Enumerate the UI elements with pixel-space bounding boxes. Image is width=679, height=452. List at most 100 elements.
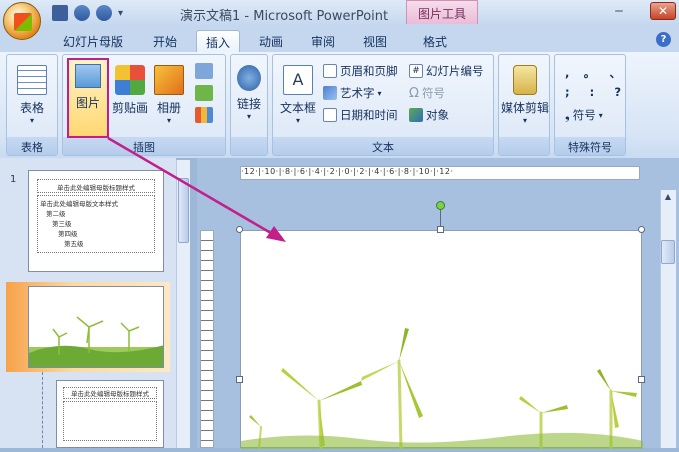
- slide-canvas[interactable]: [240, 230, 643, 451]
- quick-access-toolbar: ▾: [52, 4, 123, 22]
- tab-slide-master[interactable]: 幻灯片母版: [56, 30, 130, 52]
- thumbnail-scrollbar-thumb[interactable]: [178, 178, 189, 243]
- table-button-label: 表格: [19, 101, 44, 115]
- dropdown-arrow-icon: ▾: [295, 116, 300, 125]
- symbol-dropdown-label: 符号: [572, 108, 596, 122]
- tab-home[interactable]: 开始: [144, 30, 186, 52]
- group-label-illustrations: 插图: [63, 137, 225, 155]
- datetime-label: 日期和时间: [340, 108, 398, 122]
- tab-insert[interactable]: 插入: [196, 30, 240, 52]
- resize-handle-top[interactable]: [437, 226, 444, 233]
- symbol-dropdown-button[interactable]: ❟ 符号 ▾: [565, 107, 603, 123]
- group-text: A 文本框 ▾ 页眉和页脚 艺术字 ▾ 日期和时间 # 幻灯片编号 Ω 符号 对象 文…: [272, 54, 494, 156]
- thumb-body-line: 第三级: [52, 220, 72, 228]
- slide-number-label: 幻灯片编号: [426, 64, 484, 78]
- thumb-body-line: 第二级: [46, 210, 66, 218]
- textbox-button-label: 文本框: [279, 101, 316, 115]
- editor-vertical-scrollbar[interactable]: [660, 190, 676, 448]
- period-symbol[interactable]: 。: [584, 65, 596, 81]
- editor-scrollbar-thumb[interactable]: [661, 240, 675, 264]
- picture-button[interactable]: 图片: [67, 58, 109, 138]
- group-label-media: [499, 137, 549, 155]
- photo-album-icon: [154, 65, 184, 95]
- question-symbol[interactable]: ?: [614, 85, 621, 99]
- wordart-icon: [323, 86, 337, 100]
- omega-icon: Ω: [409, 85, 419, 101]
- symbol-button-disabled: Ω 符号: [409, 85, 445, 101]
- table-button[interactable]: 表格 ▾: [11, 65, 53, 125]
- context-tab-picture-tools: 图片工具: [406, 0, 478, 24]
- group-label-special-symbols: 特殊符号: [555, 137, 625, 155]
- chart-icon[interactable]: [195, 107, 213, 123]
- slide-number-button[interactable]: # 幻灯片编号: [409, 63, 484, 79]
- thumb-body-placeholder: 单击此处编辑母版文本样式 第二级 第三级 第四级 第五级: [37, 195, 155, 253]
- wordart-button[interactable]: 艺术字 ▾: [323, 85, 382, 101]
- tab-review[interactable]: 审阅: [302, 30, 344, 52]
- resize-handle-top-left[interactable]: [236, 226, 243, 233]
- smartart-icon[interactable]: [195, 85, 213, 101]
- clipart-button[interactable]: 剪贴画: [107, 65, 153, 116]
- dropdown-arrow-icon: ▾: [522, 116, 527, 125]
- textbox-button[interactable]: A 文本框 ▾: [277, 65, 319, 125]
- thumb-title-placeholder: 单击此处编辑母版标题样式: [37, 179, 155, 193]
- album-button-label: 相册: [156, 101, 181, 115]
- wordart-label: 艺术字: [340, 86, 375, 100]
- scroll-up-arrow-icon[interactable]: ▲: [661, 192, 675, 206]
- thumb-windmill-image: [29, 316, 163, 367]
- enum-comma-symbol[interactable]: 、: [610, 65, 622, 81]
- clipart-button-label: 剪贴画: [111, 101, 148, 115]
- datetime-button[interactable]: 日期和时间: [323, 107, 398, 123]
- resize-handle-left[interactable]: [236, 376, 243, 383]
- minimize-button[interactable]: ‒: [610, 3, 628, 19]
- punct-row-1: , 。 、: [565, 65, 621, 81]
- picture-icon: [75, 64, 101, 88]
- header-footer-label: 页眉和页脚: [340, 64, 398, 78]
- media-clip-button[interactable]: 媒体剪辑 ▾: [499, 65, 551, 125]
- slide-thumbnail-3[interactable]: 单击此处编辑母版标题样式: [56, 380, 164, 448]
- links-button[interactable]: 链接 ▾: [233, 65, 265, 121]
- slide-thumbnail-1[interactable]: 单击此处编辑母版标题样式 单击此处编辑母版文本样式 第二级 第三级 第四级 第五…: [28, 170, 164, 272]
- media-clip-label: 媒体剪辑: [500, 101, 549, 115]
- slide-thumbnail-2[interactable]: [28, 286, 164, 368]
- group-label-links: [231, 137, 267, 155]
- shapes-icon[interactable]: [195, 63, 213, 79]
- dropdown-arrow-icon: ▾: [166, 116, 171, 125]
- group-label-table: 表格: [7, 137, 57, 155]
- tab-format[interactable]: 格式: [414, 30, 456, 52]
- group-links: 链接 ▾: [230, 54, 268, 156]
- resize-handle-top-right[interactable]: [638, 226, 645, 233]
- resize-handle-right[interactable]: [638, 376, 645, 383]
- colon-symbol[interactable]: :: [590, 85, 595, 99]
- ribbon-tab-bar: 幻灯片母版 开始 插入 动画 审阅 视图 格式: [0, 26, 679, 52]
- object-button[interactable]: 对象: [409, 107, 449, 123]
- close-button[interactable]: ✕: [650, 2, 676, 20]
- office-logo-icon: [14, 13, 32, 31]
- table-icon: [17, 65, 47, 95]
- rotation-handle[interactable]: [436, 201, 445, 210]
- tab-view[interactable]: 视图: [354, 30, 396, 52]
- customize-qat-icon[interactable]: ▾: [118, 8, 123, 19]
- link-globe-icon: [237, 65, 261, 91]
- group-table: 表格 ▾ 表格: [6, 54, 58, 156]
- comma-symbol[interactable]: ,: [565, 66, 569, 80]
- object-label: 对象: [426, 108, 449, 122]
- undo-icon[interactable]: [74, 5, 90, 21]
- windmill-image: [241, 328, 643, 451]
- album-button[interactable]: 相册 ▾: [151, 65, 187, 125]
- textbox-icon: A: [283, 65, 313, 95]
- semicolon-symbol[interactable]: ;: [565, 85, 570, 99]
- tab-animation[interactable]: 动画: [250, 30, 292, 52]
- header-footer-button[interactable]: 页眉和页脚: [323, 63, 398, 79]
- thumb-body-line: 第五级: [64, 240, 84, 248]
- clipart-icon: [115, 65, 145, 95]
- group-label-text: 文本: [273, 137, 493, 155]
- dropdown-arrow-icon: ▾: [29, 116, 34, 125]
- symbol-label: 符号: [421, 86, 445, 100]
- thumb-body-line: 第四级: [58, 230, 78, 238]
- redo-icon[interactable]: [96, 5, 112, 21]
- horizontal-ruler: ·12·|·10·|·8·|·6·|·4·|·2·|·0·|·2·|·4·|·6…: [240, 166, 640, 180]
- save-icon[interactable]: [52, 5, 68, 21]
- help-icon[interactable]: ?: [656, 32, 671, 47]
- thumb-body-placeholder: [63, 401, 157, 441]
- office-button[interactable]: [3, 2, 41, 40]
